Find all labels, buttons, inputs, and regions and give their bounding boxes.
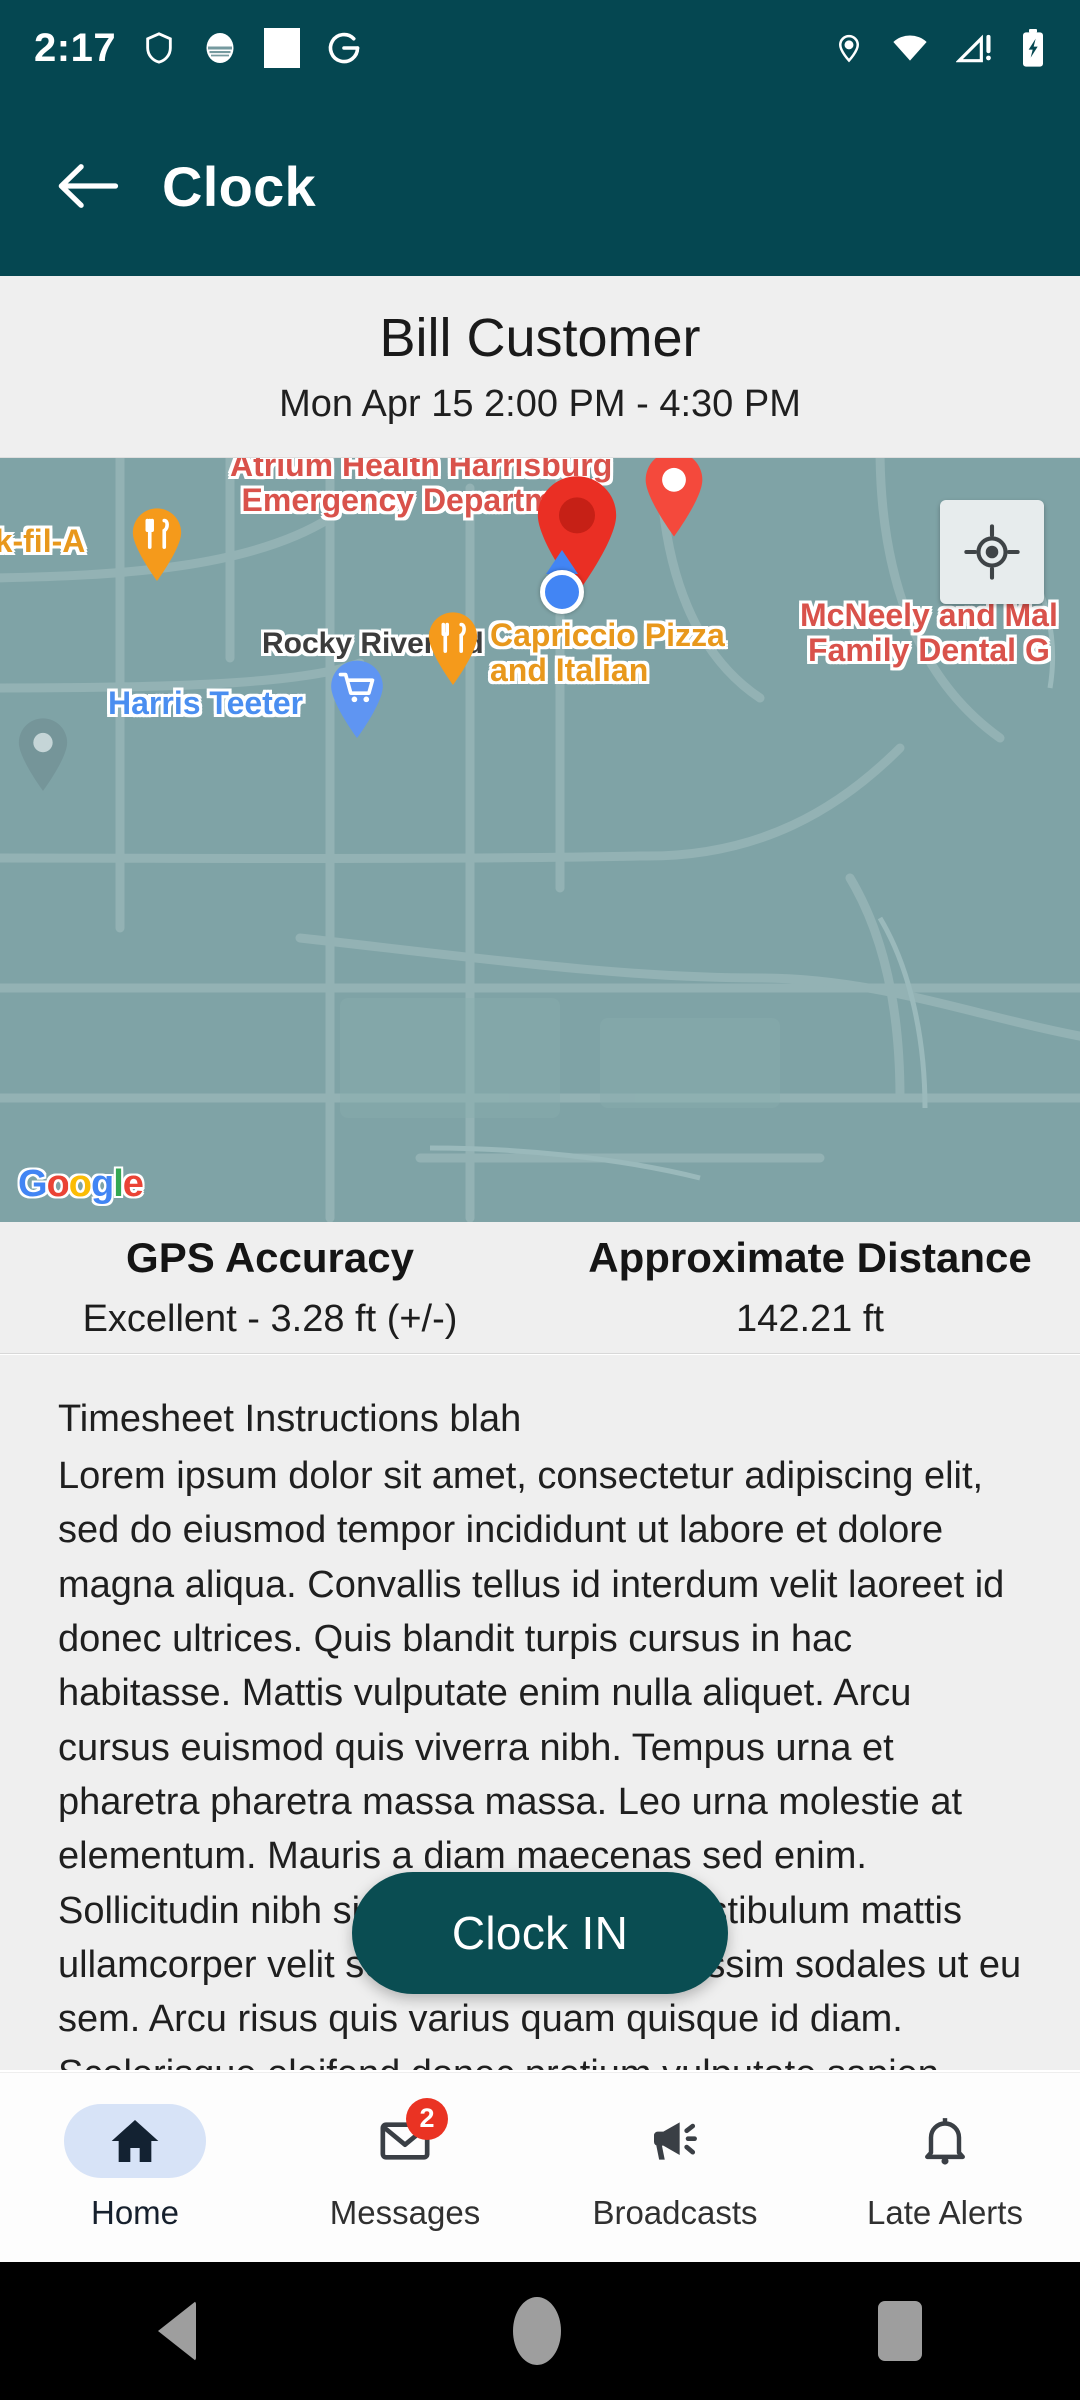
- approximate-distance-title: Approximate Distance: [588, 1234, 1032, 1281]
- system-navigation-bar: [0, 2262, 1080, 2400]
- map-label-dental: McNeely and Mal Family Dental G: [800, 597, 1058, 668]
- cellular-warning-icon: [956, 34, 991, 63]
- nav-label-late-alerts: Late Alerts: [867, 2193, 1023, 2231]
- system-back-button[interactable]: [158, 2301, 197, 2361]
- status-bar: 2:17: [0, 0, 1080, 96]
- google-g-icon: [328, 32, 360, 64]
- nav-home-pill: [64, 2103, 206, 2178]
- approximate-distance-value: 142.21 ft: [736, 1298, 884, 1340]
- location-icon: [838, 34, 860, 63]
- map-pin-capriccio[interactable]: [424, 610, 482, 690]
- approximate-distance-block: Approximate Distance 142.21 ft: [540, 1222, 1080, 1353]
- nav-label-broadcasts: Broadcasts: [592, 2193, 758, 2231]
- map-pin-hospital[interactable]: [640, 458, 708, 540]
- map-pin-chick-fil-a[interactable]: [128, 506, 186, 586]
- nav-broadcasts-wrap: [604, 2104, 746, 2178]
- system-recents-button[interactable]: [877, 2301, 922, 2361]
- megaphone-icon: [654, 2121, 697, 2160]
- map-pin-greyed[interactable]: [14, 716, 72, 796]
- gps-stats-bar: GPS Accuracy Excellent - 3.28 ft (+/-) A…: [0, 1222, 1080, 1354]
- nav-item-broadcasts[interactable]: Broadcasts: [540, 2073, 810, 2262]
- status-bar-clock: 2:17: [34, 25, 117, 70]
- messages-badge: 2: [406, 2097, 448, 2140]
- customer-name: Bill Customer: [379, 308, 701, 368]
- map-label-chick-fil-a: ick-fil-A: [0, 523, 86, 559]
- gps-accuracy-value: Excellent - 3.28 ft (+/-): [82, 1298, 458, 1340]
- battery-charging-icon: [1023, 29, 1043, 67]
- clock-in-label: Clock IN: [451, 1907, 629, 1959]
- appointment-header: Bill Customer Mon Apr 15 2:00 PM - 4:30 …: [0, 276, 1080, 458]
- clock-in-button[interactable]: Clock IN: [352, 1872, 728, 1994]
- instructions-title: Timesheet Instructions blah: [58, 1398, 522, 1440]
- nav-late-alerts-wrap: [874, 2104, 1016, 2178]
- map-label-harris-teeter: Harris Teeter: [108, 685, 304, 721]
- status-bar-right: [834, 28, 1046, 68]
- gps-accuracy-block: GPS Accuracy Excellent - 3.28 ft (+/-): [0, 1222, 540, 1353]
- nav-messages-wrap: 2: [334, 2097, 476, 2178]
- my-location-button[interactable]: [940, 500, 1044, 604]
- home-icon: [111, 2119, 159, 2162]
- map-pin-harris-teeter[interactable]: [326, 658, 388, 744]
- back-button[interactable]: [46, 144, 130, 228]
- map-view[interactable]: Atrium Health Harrisburg Emergency Depar…: [0, 458, 1080, 1222]
- appointment-time: Mon Apr 15 2:00 PM - 4:30 PM: [279, 383, 801, 425]
- back-arrow-icon: [58, 164, 119, 208]
- status-bar-left: 2:17: [34, 26, 362, 71]
- nav-item-home[interactable]: Home: [0, 2073, 270, 2262]
- nav-item-late-alerts[interactable]: Late Alerts: [810, 2073, 1080, 2262]
- square-icon: [264, 28, 301, 68]
- shield-icon: [146, 32, 172, 64]
- phone-screen: 2:17 Clock Bill Customer Mon Apr 15 2:00…: [0, 0, 1080, 2400]
- nav-item-messages[interactable]: 2 Messages: [270, 2073, 540, 2262]
- mask-icon: [206, 33, 234, 63]
- page-title: Clock: [162, 154, 316, 218]
- system-home-button[interactable]: [512, 2297, 561, 2365]
- gps-accuracy-title: GPS Accuracy: [126, 1234, 414, 1281]
- wifi-icon: [893, 35, 927, 61]
- my-location-icon: [964, 524, 1020, 580]
- bottom-navigation: Home 2 Messages Broadcasts Late Alerts: [0, 2072, 1080, 2262]
- bell-icon: [925, 2117, 965, 2165]
- map-label-capriccio: Capriccio Pizza and Italian: [490, 617, 725, 688]
- google-logo: Google: [18, 1163, 144, 1205]
- nav-label-home: Home: [90, 2193, 180, 2231]
- app-bar: Clock: [0, 96, 1080, 276]
- nav-label-messages: Messages: [329, 2193, 481, 2231]
- user-location-dot: [540, 570, 584, 614]
